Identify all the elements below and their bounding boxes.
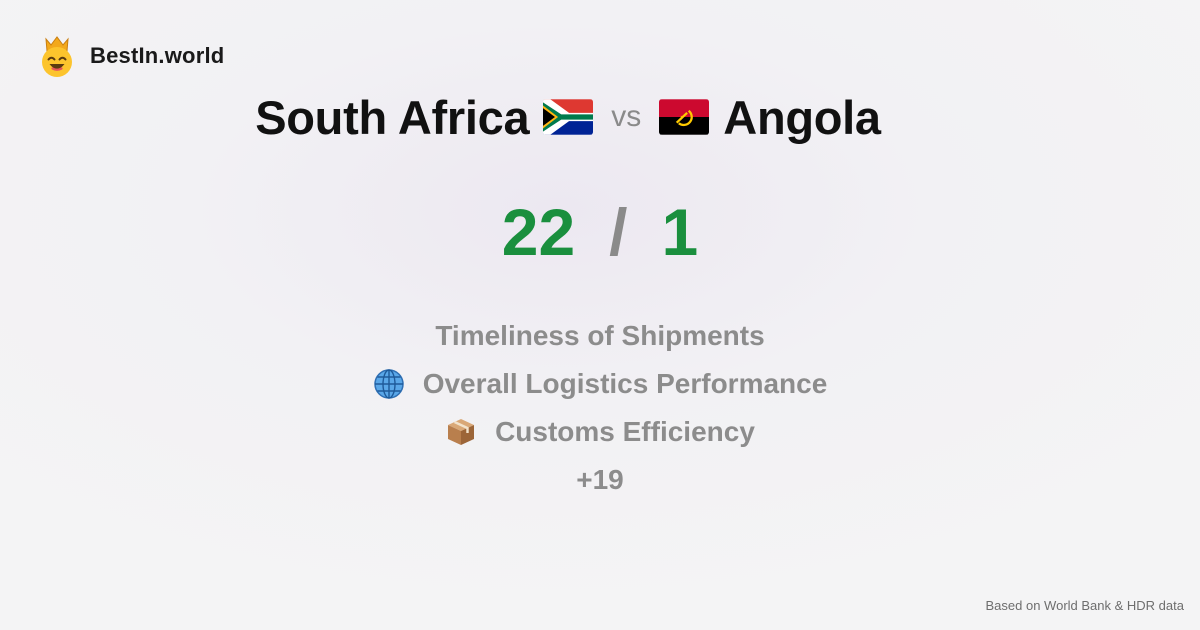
south-africa-flag-icon bbox=[543, 99, 594, 135]
category-label: Customs Efficiency bbox=[495, 416, 755, 447]
score-a: 22 bbox=[501, 195, 576, 269]
category-list: Timeliness of Shipments Overall Logistic… bbox=[0, 312, 1200, 504]
more-categories-count[interactable]: +19 bbox=[0, 456, 1200, 504]
brand-name: BestIn.world bbox=[90, 43, 225, 68]
country-a-name: South Africa bbox=[255, 90, 530, 144]
brand-logo[interactable]: BestIn.world bbox=[38, 34, 224, 78]
comparison-title: South Africa vs Angola bbox=[0, 84, 1200, 150]
angola-flag-icon bbox=[659, 99, 710, 135]
crown-smiley-icon bbox=[42, 36, 72, 77]
category-item: Overall Logistics Performance bbox=[0, 360, 1200, 408]
score-display: 22 / 1 bbox=[0, 192, 1200, 272]
more-label: +19 bbox=[576, 464, 624, 495]
score-separator: / bbox=[609, 195, 628, 269]
category-item: Customs Efficiency bbox=[0, 408, 1200, 456]
score-b: 1 bbox=[661, 195, 699, 269]
country-b-name: Angola bbox=[723, 90, 881, 144]
category-label: Overall Logistics Performance bbox=[422, 368, 828, 399]
category-item: Timeliness of Shipments bbox=[0, 312, 1200, 360]
category-label: Timeliness of Shipments bbox=[435, 320, 765, 351]
vs-label: vs bbox=[611, 100, 642, 133]
data-source-note: Based on World Bank & HDR data bbox=[985, 598, 1184, 613]
package-box-icon bbox=[448, 419, 475, 445]
globe-icon bbox=[373, 369, 404, 399]
